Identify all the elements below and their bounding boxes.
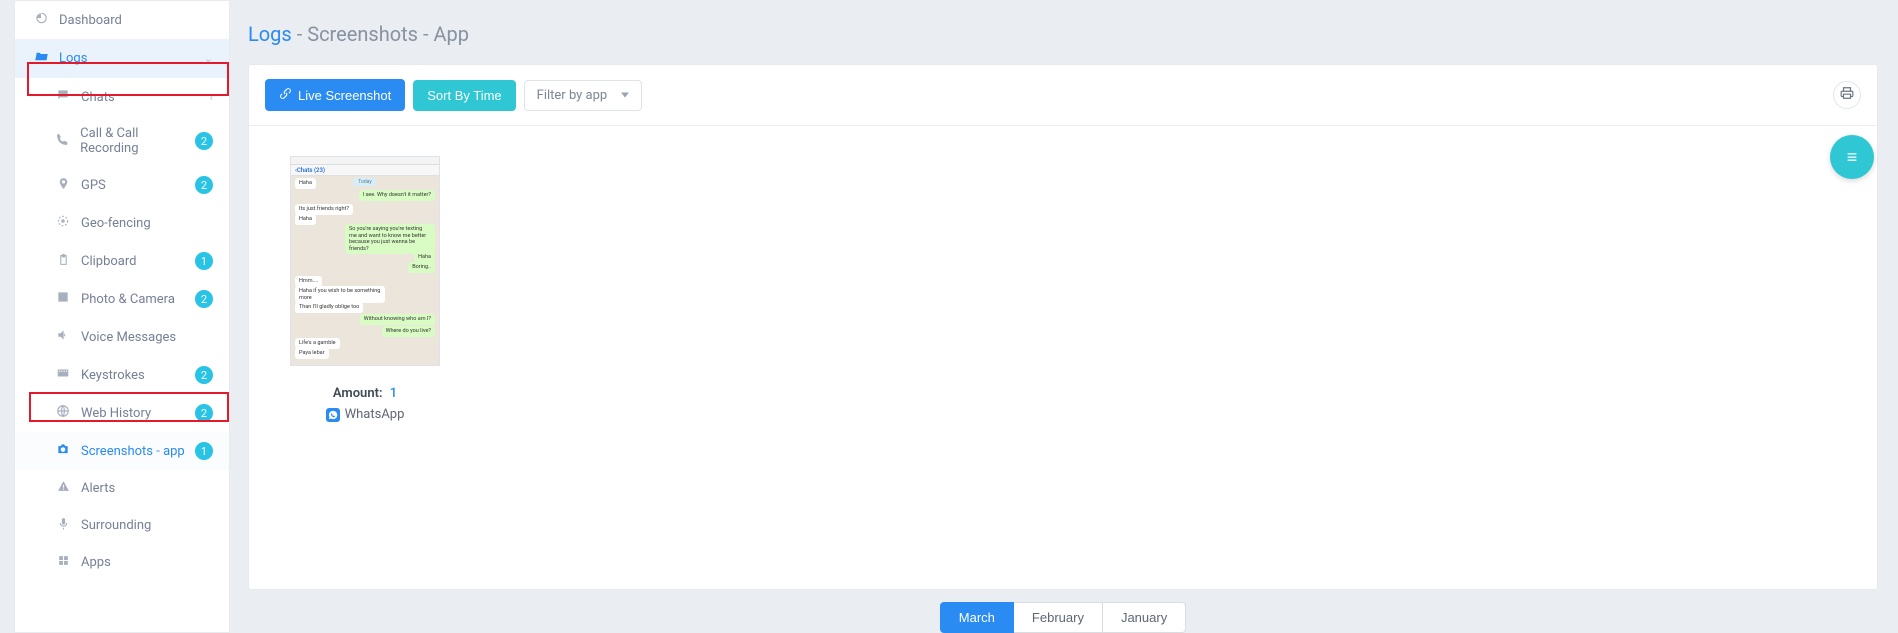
breadcrumb-app: App xyxy=(433,22,469,46)
sidebar-item-surrounding[interactable]: Surrounding xyxy=(15,507,229,544)
sidebar-label: Call & Call Recording xyxy=(80,126,195,156)
print-button[interactable] xyxy=(1833,81,1861,109)
filter-by-app-dropdown[interactable]: Filter by app xyxy=(524,80,643,111)
badge: 2 xyxy=(195,290,213,308)
month-march-button[interactable]: March xyxy=(940,602,1014,633)
sidebar-item-photo[interactable]: Photo & Camera 2 xyxy=(15,280,229,318)
sidebar-label: Logs xyxy=(59,51,87,66)
geofence-icon xyxy=(53,214,73,232)
sidebar-label: Web History xyxy=(81,406,151,421)
sidebar-label: Photo & Camera xyxy=(81,292,175,307)
globe-icon xyxy=(53,404,73,422)
sidebar-item-alerts[interactable]: Alerts xyxy=(15,470,229,507)
print-icon xyxy=(1840,86,1854,104)
badge: 1 xyxy=(195,252,213,270)
mic-icon xyxy=(53,517,73,534)
sidebar-label: Clipboard xyxy=(81,254,137,269)
screenshot-meta: Amount: 1 WhatsApp xyxy=(275,386,455,422)
screenshot-gallery: ‹ Chats (23) Today Haha I see. Why doesn… xyxy=(249,126,1877,452)
sidebar-label: Alerts xyxy=(81,481,115,496)
clipboard-icon xyxy=(53,253,73,270)
sidebar-item-clipboard[interactable]: Clipboard 1 xyxy=(15,242,229,280)
sidebar-label: Screenshots - app xyxy=(81,444,185,459)
toolbar: Live Screenshot Sort By Time Filter by a… xyxy=(249,65,1877,126)
sidebar-item-geofencing[interactable]: Geo-fencing xyxy=(15,204,229,242)
sidebar-item-screenshots[interactable]: Screenshots - app 1 xyxy=(15,432,229,470)
breadcrumb: Logs - Screenshots - App xyxy=(248,0,1878,64)
camera-icon xyxy=(53,442,73,460)
badge: 2 xyxy=(195,404,213,422)
sidebar-item-gps[interactable]: GPS 2 xyxy=(15,166,229,204)
live-screenshot-button[interactable]: Live Screenshot xyxy=(265,79,405,111)
chevron-down-icon: ⌄ xyxy=(204,52,213,65)
chevron-left-icon: ‹ xyxy=(210,91,213,104)
month-selector: March February January xyxy=(248,602,1878,633)
badge: 1 xyxy=(195,442,213,460)
apps-icon xyxy=(53,554,73,571)
badge: 2 xyxy=(195,176,213,194)
sidebar-item-call[interactable]: Call & Call Recording 2 xyxy=(15,116,229,166)
folder-open-icon xyxy=(31,49,51,68)
badge: 2 xyxy=(195,132,213,150)
breadcrumb-logs[interactable]: Logs xyxy=(248,22,292,46)
month-february-button[interactable]: February xyxy=(1014,602,1103,633)
sidebar-label: Dashboard xyxy=(59,13,122,28)
breadcrumb-screenshots: Screenshots xyxy=(307,22,418,46)
sidebar-item-voice[interactable]: Voice Messages xyxy=(15,318,229,356)
amount-value: 1 xyxy=(390,386,397,401)
image-icon xyxy=(53,290,73,308)
badge: 2 xyxy=(195,366,213,384)
sort-by-time-button[interactable]: Sort By Time xyxy=(413,80,515,111)
app-name: WhatsApp xyxy=(345,407,405,422)
month-january-button[interactable]: January xyxy=(1103,602,1186,633)
floating-menu-button[interactable]: ≡ xyxy=(1830,135,1874,179)
chat-icon xyxy=(53,88,73,106)
sidebar-label: Apps xyxy=(81,555,111,570)
sidebar-label: Geo-fencing xyxy=(81,216,151,231)
alert-icon xyxy=(53,480,73,497)
sidebar-item-webhistory[interactable]: Web History 2 xyxy=(15,394,229,432)
sidebar-item-logs[interactable]: Logs ⌄ xyxy=(15,39,229,78)
sidebar-item-dashboard[interactable]: Dashboard xyxy=(15,1,229,39)
pin-icon xyxy=(53,177,73,194)
link-icon xyxy=(279,87,292,103)
screenshot-card[interactable]: ‹ Chats (23) Today Haha I see. Why doesn… xyxy=(275,156,455,422)
sidebar-item-apps[interactable]: Apps xyxy=(15,544,229,581)
phone-icon xyxy=(53,133,72,150)
content-panel: Live Screenshot Sort By Time Filter by a… xyxy=(248,64,1878,590)
sidebar-label: Keystrokes xyxy=(81,368,145,383)
sidebar-label: Voice Messages xyxy=(81,330,176,345)
amount-label: Amount: xyxy=(333,386,383,401)
keyboard-icon xyxy=(53,366,73,384)
menu-icon: ≡ xyxy=(1847,147,1858,168)
sidebar-item-chats[interactable]: Chats ‹ xyxy=(15,78,229,116)
sidebar-label: Chats xyxy=(81,90,115,105)
sidebar-label: GPS xyxy=(81,178,106,193)
dashboard-icon xyxy=(31,11,51,29)
whatsapp-icon xyxy=(326,408,340,422)
sidebar-label: Surrounding xyxy=(81,518,151,533)
speaker-icon xyxy=(53,328,73,346)
screenshot-thumbnail[interactable]: ‹ Chats (23) Today Haha I see. Why doesn… xyxy=(290,156,440,366)
sidebar-item-keystrokes[interactable]: Keystrokes 2 xyxy=(15,356,229,394)
sidebar: Dashboard Logs ⌄ Chats ‹ Call & Call Rec… xyxy=(14,0,230,633)
